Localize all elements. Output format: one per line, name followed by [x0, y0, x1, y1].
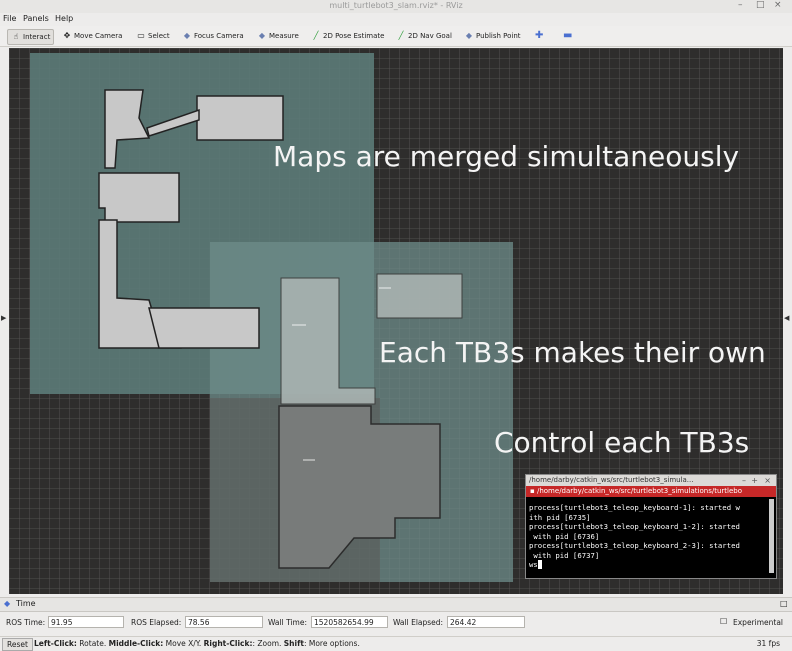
terminal-tab-icon: ▪ — [530, 487, 537, 495]
time-panel-close-icon[interactable]: □ — [780, 599, 788, 608]
move-camera-button[interactable]: ✥ Move Camera — [62, 29, 123, 43]
hint-middle-text: Move X/Y. — [163, 639, 204, 648]
interact-button[interactable]: ☝ Interact — [7, 29, 55, 45]
publish-point-label: Publish Point — [476, 32, 521, 40]
hint-right-key: Right-Click: — [203, 639, 253, 648]
interact-label: Interact — [23, 33, 51, 41]
ros-elapsed-label: ROS Elapsed: — [131, 618, 182, 627]
time-panel: ROS Time: 91.95 ROS Elapsed: 78.56 Wall … — [0, 612, 792, 634]
experimental-label: Experimental — [733, 618, 784, 627]
ros-time-label: ROS Time: — [6, 618, 46, 627]
focus-camera-label: Focus Camera — [194, 32, 244, 40]
publish-point-icon: ◆ — [465, 31, 473, 40]
terminal-line: ith pid [6735] — [529, 512, 591, 522]
terminal-line: with pid [6736] — [529, 531, 600, 541]
publish-point-button[interactable]: ◆ Publish Point — [464, 29, 521, 43]
pose-estimate-button[interactable]: ╱ 2D Pose Estimate — [311, 29, 385, 43]
select-label: Select — [148, 32, 170, 40]
time-panel-icon: ◆ — [4, 599, 11, 608]
toolbar: ☝ Interact ✥ Move Camera ▭ Select ◆ Focus Ca… — [0, 26, 792, 47]
menu-help[interactable]: Help — [55, 14, 73, 23]
hint-left-text: Rotate. — [76, 639, 109, 648]
terminal-tab[interactable]: ▪ /home/darby/catkin_ws/src/turtlebot3_s… — [526, 486, 776, 497]
window-titlebar: multi_turtlebot3_slam.rviz* - RViz – □ × — [0, 0, 792, 14]
reset-button[interactable]: Reset — [2, 638, 33, 651]
menu-panels[interactable]: Panels — [23, 14, 49, 23]
nav-goal-button[interactable]: ╱ 2D Nav Goal — [396, 29, 452, 43]
hint-right-text: : Zoom. — [252, 639, 284, 648]
minus-icon: ▬ — [563, 30, 573, 41]
measure-button[interactable]: ◆ Measure — [257, 29, 299, 43]
pose-estimate-icon: ╱ — [313, 31, 319, 40]
collapse-right-icon[interactable]: ◀ — [784, 314, 789, 322]
experimental-checkbox[interactable]: ☐ — [720, 617, 727, 626]
terminal-output[interactable]: process[turtlebot3_teleop_keyboard-1]: s… — [526, 497, 769, 570]
plus-icon: ✚ — [535, 30, 544, 41]
overlay-control-each: Control each TB3s — [494, 426, 750, 459]
window-title: multi_turtlebot3_slam.rviz* - RViz — [329, 1, 463, 10]
hint-left-key: Left-Click: — [34, 639, 77, 648]
close-icon[interactable]: × — [774, 0, 782, 10]
status-bar: Reset Left-Click: Rotate. Middle-Click: … — [0, 636, 792, 651]
ros-time-field[interactable]: 91.95 — [48, 616, 124, 628]
move-camera-icon: ✥ — [63, 31, 71, 40]
hint-shift-text: : More options. — [303, 639, 360, 648]
time-panel-header: ◆ Time □ — [0, 597, 792, 612]
collapse-left-icon[interactable]: ▶ — [1, 314, 6, 322]
focus-camera-icon: ◆ — [183, 31, 191, 40]
menu-file[interactable]: File — [3, 14, 16, 23]
hint-shift-key: Shift — [283, 639, 304, 648]
pose-estimate-label: 2D Pose Estimate — [323, 32, 385, 40]
remove-tool-button[interactable]: ▬ — [563, 29, 572, 43]
measure-label: Measure — [269, 32, 299, 40]
wall-elapsed-label: Wall Elapsed: — [393, 618, 444, 627]
nav-goal-icon: ╱ — [398, 31, 404, 40]
maximize-icon[interactable]: □ — [756, 0, 765, 10]
select-button[interactable]: ▭ Select — [136, 29, 170, 43]
terminal-maximize-icon[interactable]: + — [751, 475, 758, 486]
terminal-line: process[turtlebot3_teleop_keyboard_2-3]:… — [529, 541, 740, 550]
hand-icon: ☝ — [13, 32, 19, 41]
menu-bar: File Panels Help — [0, 13, 792, 25]
ros-elapsed-field[interactable]: 78.56 — [185, 616, 263, 628]
terminal-window[interactable]: /home/darby/catkin_ws/src/turtlebot3_sim… — [525, 474, 777, 579]
terminal-titlebar: /home/darby/catkin_ws/src/turtlebot3_sim… — [526, 475, 776, 486]
time-panel-title: Time — [16, 599, 36, 608]
terminal-line: process[turtlebot3_teleop_keyboard-1]: s… — [529, 503, 740, 512]
select-icon: ▭ — [137, 31, 145, 40]
hint-middle-key: Middle-Click: — [108, 639, 164, 648]
terminal-title: /home/darby/catkin_ws/src/turtlebot3_sim… — [529, 476, 694, 484]
focus-camera-button[interactable]: ◆ Focus Camera — [182, 29, 244, 43]
measure-icon: ◆ — [258, 31, 266, 40]
nav-goal-label: 2D Nav Goal — [408, 32, 452, 40]
add-tool-button[interactable]: ✚ — [535, 29, 543, 43]
move-camera-label: Move Camera — [74, 32, 123, 40]
minimize-icon[interactable]: – — [738, 0, 743, 10]
wall-time-field[interactable]: 1520582654.99 — [311, 616, 388, 628]
terminal-line: process[turtlebot3_teleop_keyboard_1-2]:… — [529, 522, 740, 531]
terminal-scrollbar[interactable] — [769, 499, 774, 573]
wall-time-label: Wall Time: — [268, 618, 307, 627]
terminal-tab-label: /home/darby/catkin_ws/src/turtlebot3_sim… — [536, 487, 742, 495]
overlay-each-makes: Each TB3s makes their own — [379, 336, 766, 369]
fps-counter: 31 fps — [756, 639, 780, 648]
terminal-prompt: ws — [529, 560, 538, 569]
terminal-cursor — [537, 560, 543, 569]
terminal-close-icon[interactable]: × — [764, 475, 771, 486]
wall-elapsed-field[interactable]: 264.42 — [447, 616, 525, 628]
terminal-minimize-icon[interactable]: – — [742, 475, 746, 486]
terminal-line: with pid [6737] — [529, 550, 600, 560]
overlay-maps-merged: Maps are merged simultaneously — [273, 140, 740, 173]
mouse-hint: Left-Click: Rotate. Middle-Click: Move X… — [34, 639, 360, 648]
